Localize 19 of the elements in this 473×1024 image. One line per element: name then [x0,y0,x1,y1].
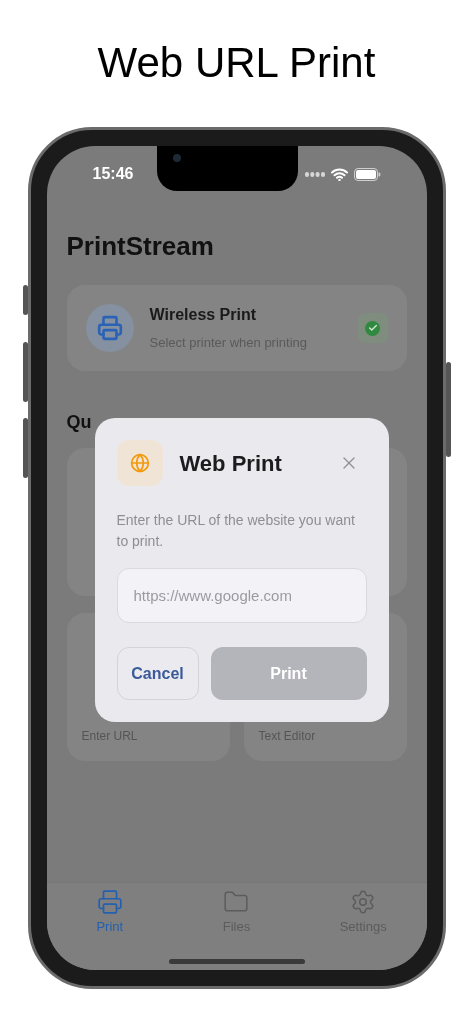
settings-icon [350,889,377,915]
globe-icon [129,453,150,473]
camera-icon [172,154,181,162]
cancel-button[interactable]: Cancel [116,647,199,700]
wifi-icon [330,167,348,181]
dialog-title: Web Print [179,449,283,478]
battery-icon [353,167,381,181]
printer-icon [96,315,123,341]
printer-icon [96,889,123,915]
check-icon [365,320,380,336]
printer-card-title: Wireless Print [149,305,258,326]
tab[interactable]: Print [46,889,174,937]
url-field[interactable]: https://www.google.com [116,568,367,623]
status-time: 15:46 [92,164,134,184]
app-title: PrintStream [66,230,215,263]
dialog-message: Enter the URL of the website you want to print. [116,511,356,551]
signal-icon [304,171,325,177]
page-title: Web URL Print [97,38,376,88]
section-heading: Qu [66,411,93,434]
